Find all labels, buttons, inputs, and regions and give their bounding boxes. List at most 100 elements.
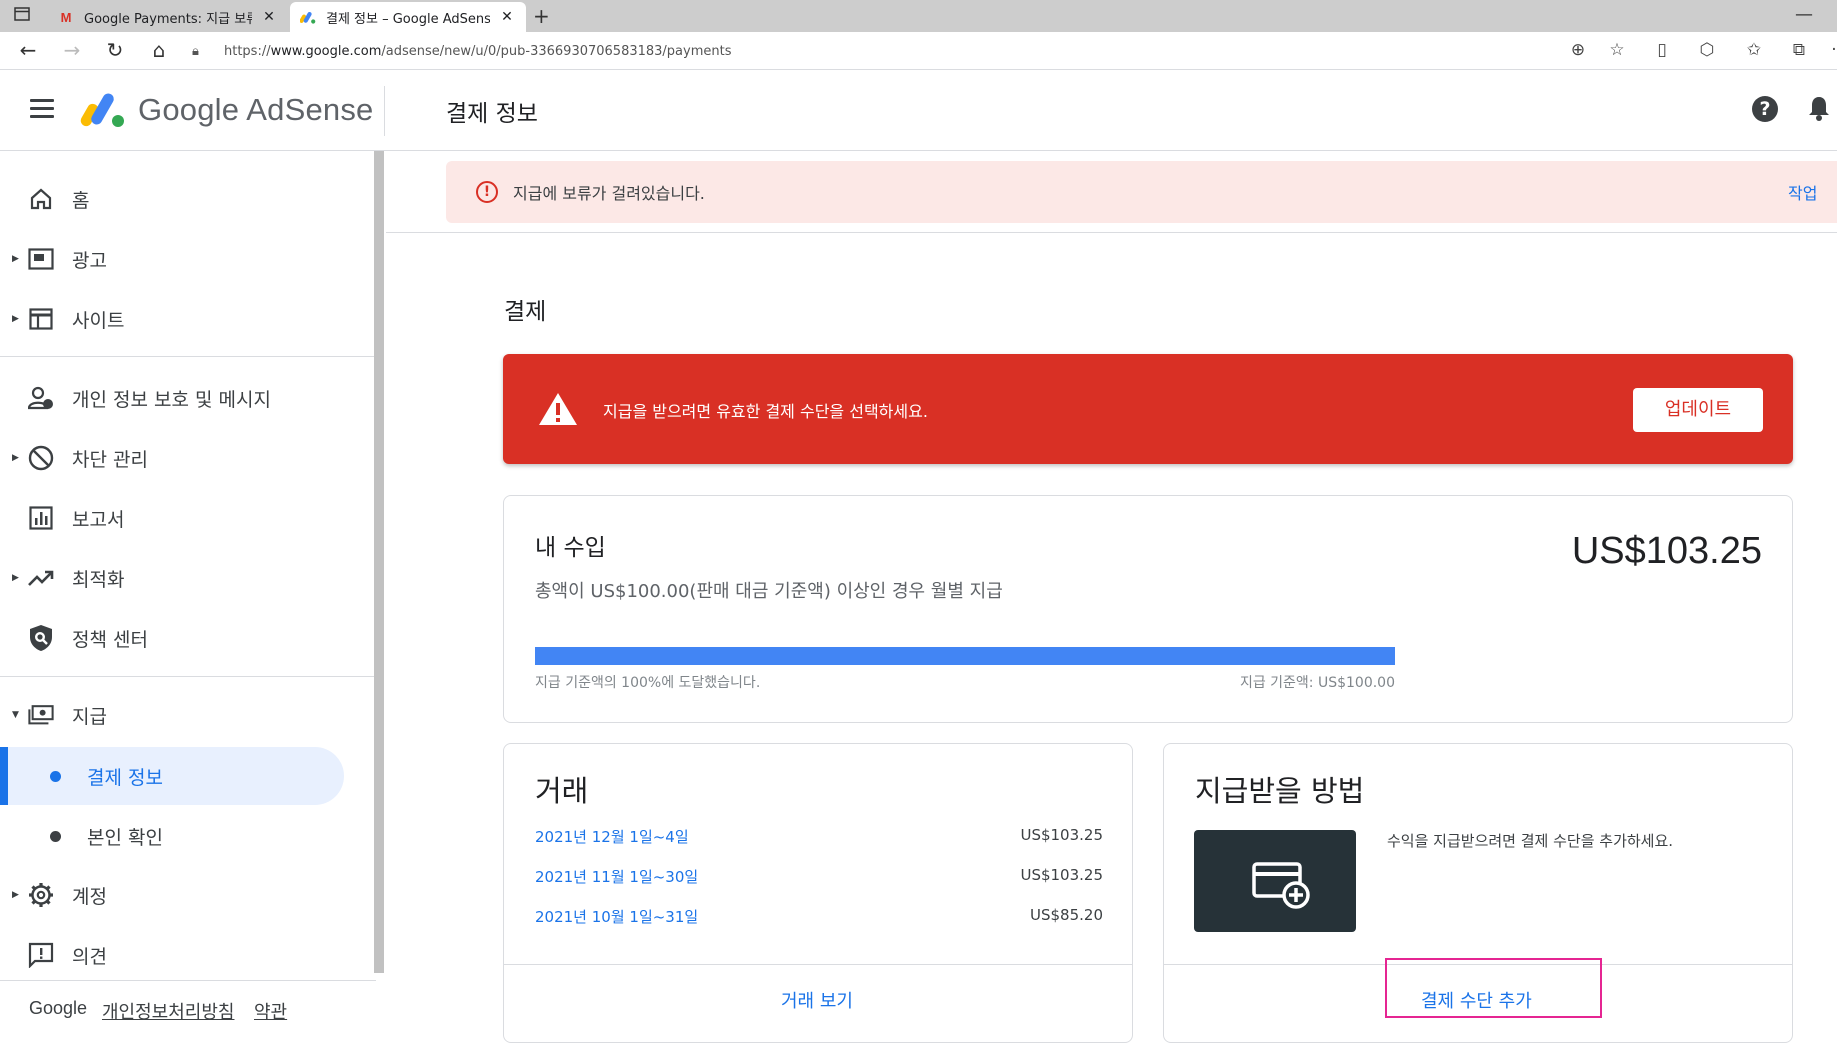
payment-method-description: 수익을 지급받으려면 결제 수단을 추가하세요. xyxy=(1387,832,1674,850)
sidebar-item-ads[interactable]: ▶ 광고 xyxy=(0,231,376,287)
sidebar-item-label: 홈 xyxy=(72,189,90,212)
privacy-policy-link[interactable]: 개인정보처리방침 xyxy=(102,998,234,1024)
lock-icon: 🔒︎ xyxy=(192,43,199,59)
reports-icon xyxy=(28,505,54,531)
sidebar-item-label: 보고서 xyxy=(72,508,125,531)
sidebar-item-label: 개인 정보 보호 및 메시지 xyxy=(72,388,271,411)
zoom-icon[interactable]: ⊕ xyxy=(1566,40,1590,60)
card-divider xyxy=(504,964,1132,965)
highlight-annotation xyxy=(1385,958,1602,1018)
transaction-row: 2021년 12월 1일~4일 US$103.25 xyxy=(535,826,1103,846)
earnings-description: 총액이 US$100.00(판매 대금 기준액) 이상인 경우 월별 지급 xyxy=(535,581,1003,602)
expand-caret-icon: ▶ xyxy=(12,254,19,264)
bullet-icon xyxy=(50,770,61,782)
sidebar-item-feedback[interactable]: 의견 xyxy=(0,927,376,983)
privacy-icon xyxy=(28,385,54,411)
sidebar-scrollbar[interactable] xyxy=(374,151,384,973)
browser-toolbar: ← → ↻ ⌂ 🔒︎ https://www.google.com/adsens… xyxy=(0,32,1837,70)
hold-action-link[interactable]: 작업 xyxy=(1788,180,1817,204)
error-icon: ! xyxy=(476,181,498,203)
warning-icon xyxy=(538,392,578,426)
sidebar-subitem-verification[interactable]: 본인 확인 xyxy=(0,807,344,865)
sidebar-item-optimization[interactable]: ▶ 최적화 xyxy=(0,550,376,606)
sidebar-item-policy[interactable]: 정책 센터 xyxy=(0,610,376,666)
notifications-icon[interactable] xyxy=(1807,94,1831,122)
close-tab-icon[interactable]: ✕ xyxy=(260,9,278,25)
sidebar-item-label: 지급 xyxy=(72,705,107,728)
sidebar-item-reports[interactable]: 보고서 xyxy=(0,490,376,546)
sidebar-item-label: 정책 센터 xyxy=(72,628,148,651)
expand-caret-icon: ▶ xyxy=(12,573,19,583)
update-button[interactable]: 업데이트 xyxy=(1633,388,1763,432)
transactions-card: 거래 2021년 12월 1일~4일 US$103.25 2021년 11월 1… xyxy=(503,743,1133,1043)
transaction-row: 2021년 10월 1일~31일 US$85.20 xyxy=(535,906,1103,926)
feedback-icon xyxy=(28,942,54,968)
home-browser-icon[interactable]: ⌂ xyxy=(147,38,171,62)
sidebar-item-home[interactable]: 홈 xyxy=(0,171,376,227)
ads-icon xyxy=(28,246,54,272)
browser-tab-bar: M Google Payments: 지급 보류 중 · ✕ 결제 정보 – G… xyxy=(0,0,1837,32)
new-tab-button[interactable]: + xyxy=(533,4,550,28)
sidebar-item-privacy[interactable]: 개인 정보 보호 및 메시지 xyxy=(0,370,376,426)
earnings-card: 내 수입 총액이 US$100.00(판매 대금 기준액) 이상인 경우 월별 … xyxy=(503,495,1793,723)
browser-tab-gmail[interactable]: M Google Payments: 지급 보류 중 · ✕ xyxy=(48,2,288,32)
sidebar-divider xyxy=(0,356,374,357)
transaction-period-link[interactable]: 2021년 10월 1일~31일 xyxy=(535,906,698,927)
transactions-title: 거래 xyxy=(535,774,589,808)
payment-threshold: 지급 기준액: US$100.00 xyxy=(1239,675,1395,691)
optimization-icon xyxy=(28,565,54,591)
sidebar-item-label: 계정 xyxy=(72,885,107,908)
block-icon xyxy=(28,445,54,471)
tab-actions-icon[interactable] xyxy=(14,7,34,25)
browser-tab-adsense[interactable]: 결제 정보 – Google AdSense ✕ xyxy=(290,2,526,32)
page-title: 결제 정보 xyxy=(446,101,538,127)
sidebar-item-label: 광고 xyxy=(72,249,107,272)
tab-title: Google Payments: 지급 보류 중 · xyxy=(84,11,252,27)
sidebar-subitem-label: 결제 정보 xyxy=(87,766,163,789)
transaction-period-link[interactable]: 2021년 12월 1일~4일 xyxy=(535,826,689,847)
sidebar-divider xyxy=(0,676,374,677)
sidebar: 홈 ▶ 광고 ▶ 사이트 개인 정보 보호 및 메시지 ▶ 차단 관리 보고서 … xyxy=(0,151,376,1027)
sidebar-item-block[interactable]: ▶ 차단 관리 xyxy=(0,430,376,486)
adsense-logo xyxy=(80,89,126,129)
menu-icon[interactable] xyxy=(30,99,54,119)
sidebar-item-sites[interactable]: ▶ 사이트 xyxy=(0,291,376,347)
help-icon[interactable]: ? xyxy=(1752,96,1778,122)
view-transactions-link[interactable]: 거래 보기 xyxy=(781,987,853,1013)
sidebar-item-label: 사이트 xyxy=(72,309,125,332)
policy-icon xyxy=(28,625,54,651)
payment-method-title: 지급받을 방법 xyxy=(1195,774,1365,808)
expand-caret-icon: ▶ xyxy=(12,314,19,324)
favorites-icon[interactable]: ✩ xyxy=(1742,40,1766,60)
url-prefix: https:// xyxy=(224,43,271,59)
adsense-icon xyxy=(300,10,316,24)
earnings-amount: US$103.25 xyxy=(1571,530,1762,572)
collections-icon[interactable]: ⧉ xyxy=(1787,40,1811,60)
extensions-icon[interactable]: ⬡ xyxy=(1695,40,1719,60)
gear-icon xyxy=(28,882,54,908)
transaction-period-link[interactable]: 2021년 11월 1일~30일 xyxy=(535,866,698,887)
banner-divider xyxy=(386,232,1837,233)
sidebar-subitem-payment-info[interactable]: 결제 정보 xyxy=(0,747,344,805)
minimize-button[interactable]: — xyxy=(1795,4,1813,25)
header-divider xyxy=(384,86,385,136)
reload-icon[interactable]: ↻ xyxy=(103,38,127,62)
payment-hold-banner: ! 지급에 보류가 걸려있습니다. 작업 xyxy=(446,161,1837,223)
profile-icon[interactable]: · xyxy=(1822,40,1837,60)
close-tab-icon[interactable]: ✕ xyxy=(498,9,516,25)
payments-icon xyxy=(28,702,54,728)
sidebar-item-payments[interactable]: ▼ 지급 xyxy=(0,687,376,743)
section-title: 결제 xyxy=(504,299,547,325)
sites-icon xyxy=(28,306,54,332)
sidebar-item-account[interactable]: ▶ 계정 xyxy=(0,867,376,923)
address-bar[interactable]: 🔒︎ https://www.google.com/adsense/new/u/… xyxy=(192,36,1628,66)
reading-view-icon[interactable]: ▯ xyxy=(1650,40,1674,60)
terms-link[interactable]: 약관 xyxy=(254,998,287,1024)
collapse-caret-icon: ▼ xyxy=(12,710,19,720)
back-icon[interactable]: ← xyxy=(16,38,40,62)
home-icon xyxy=(28,186,54,212)
forward-icon[interactable]: → xyxy=(60,38,84,62)
transaction-amount: US$85.20 xyxy=(1030,906,1103,924)
add-favorite-icon[interactable]: ☆ xyxy=(1605,40,1629,60)
brand-name: Google AdSense xyxy=(138,92,374,127)
